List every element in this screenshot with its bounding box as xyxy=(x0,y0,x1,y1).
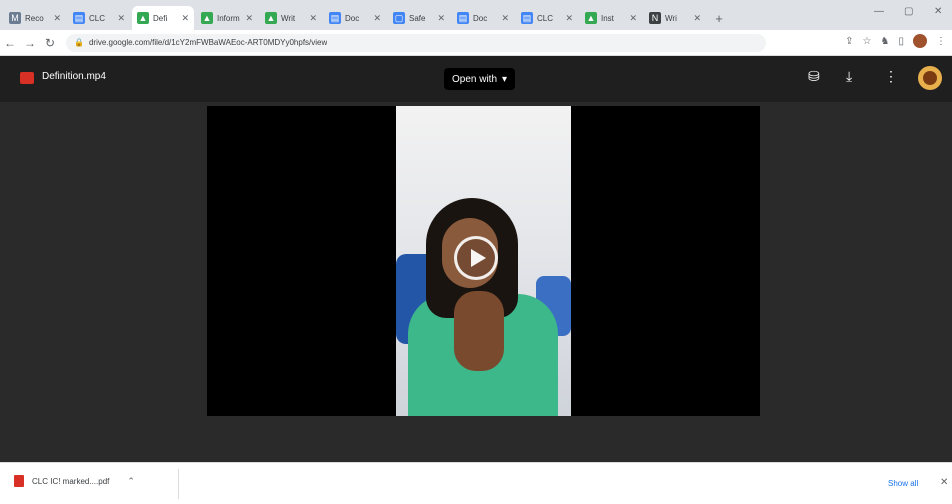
minimize-icon[interactable]: — xyxy=(874,6,884,17)
tab-close-icon[interactable]: ✕ xyxy=(53,13,61,24)
tab-close-icon[interactable]: ✕ xyxy=(181,13,189,24)
tab-close-icon[interactable]: ✕ xyxy=(437,13,445,24)
forward-arrow-icon[interactable]: → xyxy=(20,36,40,50)
omnibox[interactable]: 🔒 drive.google.com/file/d/1cY2mFWBaWAEoc… xyxy=(66,33,766,52)
tab-title: Wri xyxy=(665,13,677,23)
share-icon[interactable]: ⇪ xyxy=(845,36,853,47)
tab-favicon-icon: ▲ xyxy=(137,12,149,24)
back-arrow-icon[interactable]: ← xyxy=(0,36,20,50)
browser-tab[interactable]: ▲ Defi ✕ xyxy=(132,6,194,30)
browser-tab[interactable]: ▤ Doc ✕ xyxy=(452,6,514,30)
bookmark-star-icon[interactable]: ☆ xyxy=(863,36,872,47)
play-icon xyxy=(470,249,486,267)
browser-tab[interactable]: N Wri ✕ xyxy=(644,6,706,30)
profile-avatar[interactable] xyxy=(913,34,927,48)
tab-close-icon[interactable]: ✕ xyxy=(501,13,509,24)
download-shelf: CLC IC! marked....pdf ⌃ Show all ✕ xyxy=(0,462,952,504)
close-shelf-icon[interactable]: ✕ xyxy=(940,477,948,488)
tab-title: CLC xyxy=(89,13,106,23)
show-all-link[interactable]: Show all xyxy=(888,479,918,488)
video-stage xyxy=(0,102,952,462)
tab-title: Writ xyxy=(281,13,296,23)
browser-menu-icon[interactable]: ⋮ xyxy=(936,36,946,47)
browser-tab[interactable]: ▤ CLC ✕ xyxy=(516,6,578,30)
person-hands-graphic xyxy=(454,291,504,371)
tab-favicon-icon: ▲ xyxy=(201,12,213,24)
tab-title: Inform xyxy=(217,13,240,23)
browser-tab[interactable]: ▢ Safe ✕ xyxy=(388,6,450,30)
pdf-file-icon xyxy=(14,475,24,487)
tab-favicon-icon: M xyxy=(9,12,21,24)
open-with-label: Open with xyxy=(452,73,498,85)
maximize-icon[interactable]: ▢ xyxy=(904,6,913,17)
video-frame-thumbnail[interactable] xyxy=(396,106,571,416)
tab-close-icon[interactable]: ✕ xyxy=(693,13,701,24)
tab-title: Doc xyxy=(473,13,488,23)
new-tab-plus-icon[interactable]: + xyxy=(708,6,730,30)
viewer-header: Definition.mp4 Open with ▾ ⛁ ⤓ ⋮ xyxy=(0,56,952,102)
browser-tab[interactable]: ▲ Writ ✕ xyxy=(260,6,322,30)
download-icon[interactable]: ⤓ xyxy=(846,68,852,85)
tab-favicon-icon: ▲ xyxy=(585,12,597,24)
download-item[interactable]: CLC IC! marked....pdf ⌃ xyxy=(14,475,135,487)
video-file-icon xyxy=(20,72,34,84)
file-name: Definition.mp4 xyxy=(42,71,106,82)
extension-icon[interactable]: ♞ xyxy=(881,36,890,47)
add-to-drive-icon[interactable]: ⛁ xyxy=(808,68,820,85)
reload-icon[interactable]: ↻ xyxy=(40,36,60,50)
divider xyxy=(178,469,179,499)
browser-tab[interactable]: ▲ Inst ✕ xyxy=(580,6,642,30)
browser-tab[interactable]: ▤ CLC ✕ xyxy=(68,6,130,30)
browser-toolbar-right: ⇪ ☆ ♞ ▯ ⋮ xyxy=(845,34,946,48)
open-with-button[interactable]: Open with ▾ xyxy=(444,68,516,90)
address-bar-row: ← → ↻ 🔒 drive.google.com/file/d/1cY2mFWB… xyxy=(0,30,952,56)
tab-favicon-icon: ▤ xyxy=(329,12,341,24)
tab-favicon-icon: ▤ xyxy=(457,12,469,24)
play-button[interactable] xyxy=(454,236,498,280)
url-text[interactable]: drive.google.com/file/d/1cY2mFWBaWAEoc-A… xyxy=(89,38,327,47)
chevron-up-icon[interactable]: ⌃ xyxy=(127,476,135,487)
tab-title: Safe xyxy=(409,13,426,23)
tab-favicon-icon: ▢ xyxy=(393,12,405,24)
tab-close-icon[interactable]: ✕ xyxy=(629,13,637,24)
browser-tab-strip: M Reco ✕ ▤ CLC ✕ ▲ Defi ✕ ▲ Inform ✕ ▲ Writ ✕ ▤ Doc ✕ ▢ Saf… xyxy=(0,0,952,30)
chevron-down-icon: ▾ xyxy=(502,73,508,85)
lock-icon: 🔒 xyxy=(74,38,84,47)
tab-title: CLC xyxy=(537,13,554,23)
tab-favicon-icon: ▤ xyxy=(521,12,533,24)
tab-favicon-icon: N xyxy=(649,12,661,24)
tab-close-icon[interactable]: ✕ xyxy=(117,13,125,24)
tab-close-icon[interactable]: ✕ xyxy=(565,13,573,24)
account-avatar[interactable] xyxy=(918,66,942,90)
tab-title: Defi xyxy=(153,13,168,23)
tab-close-icon[interactable]: ✕ xyxy=(245,13,253,24)
sidebar-icon[interactable]: ▯ xyxy=(898,36,904,47)
tab-close-icon[interactable]: ✕ xyxy=(309,13,317,24)
tab-title: Doc xyxy=(345,13,360,23)
tab-list: M Reco ✕ ▤ CLC ✕ ▲ Defi ✕ ▲ Inform ✕ ▲ Writ ✕ ▤ Doc ✕ ▢ Saf… xyxy=(0,6,708,30)
close-window-icon[interactable]: ✕ xyxy=(934,6,942,17)
more-vert-icon[interactable]: ⋮ xyxy=(884,68,898,85)
download-file-name: CLC IC! marked....pdf xyxy=(32,476,110,486)
browser-tab[interactable]: ▲ Inform ✕ xyxy=(196,6,258,30)
tab-favicon-icon: ▲ xyxy=(265,12,277,24)
tab-close-icon[interactable]: ✕ xyxy=(373,13,381,24)
tab-title: Reco xyxy=(25,13,44,23)
tab-title: Inst xyxy=(601,13,614,23)
browser-tab[interactable]: ▤ Doc ✕ xyxy=(324,6,386,30)
tab-favicon-icon: ▤ xyxy=(73,12,85,24)
browser-tab[interactable]: M Reco ✕ xyxy=(4,6,66,30)
